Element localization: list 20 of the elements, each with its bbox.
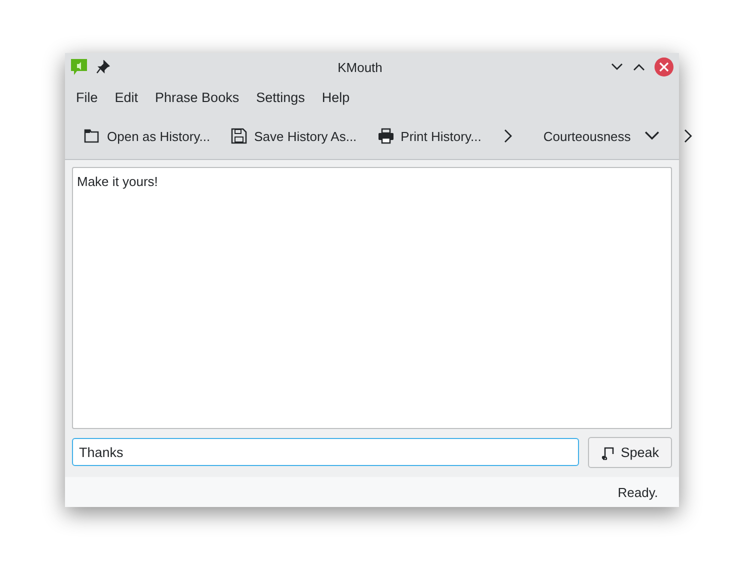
input-field[interactable]: Thanks bbox=[72, 438, 579, 466]
speak-button[interactable]: Speak bbox=[588, 437, 672, 468]
pin-icon[interactable] bbox=[96, 60, 110, 74]
printer-icon bbox=[376, 127, 395, 145]
toolbar-button[interactable]: Print History... bbox=[370, 123, 488, 149]
speech-bubble-icon bbox=[70, 58, 88, 76]
music-note-icon bbox=[600, 446, 615, 460]
close-icon[interactable] bbox=[654, 57, 674, 77]
menu-item[interactable]: Help bbox=[314, 86, 357, 108]
folder-icon bbox=[83, 127, 101, 145]
status-text: Ready. bbox=[618, 484, 658, 500]
menu-item[interactable]: Phrase Books bbox=[148, 86, 246, 108]
toolbar-button[interactable]: Open as History... bbox=[77, 123, 216, 149]
menu-item[interactable]: File bbox=[69, 86, 105, 108]
menu-item[interactable]: Settings bbox=[249, 86, 312, 108]
menu-item[interactable]: Edit bbox=[108, 86, 146, 108]
phrase-book-dropdown[interactable]: Courteousness bbox=[537, 123, 667, 149]
window-title: KMouth bbox=[336, 60, 384, 74]
toolbar-button[interactable]: Save History As... bbox=[224, 123, 363, 149]
history-text-area[interactable]: Make it yours! bbox=[72, 167, 672, 429]
